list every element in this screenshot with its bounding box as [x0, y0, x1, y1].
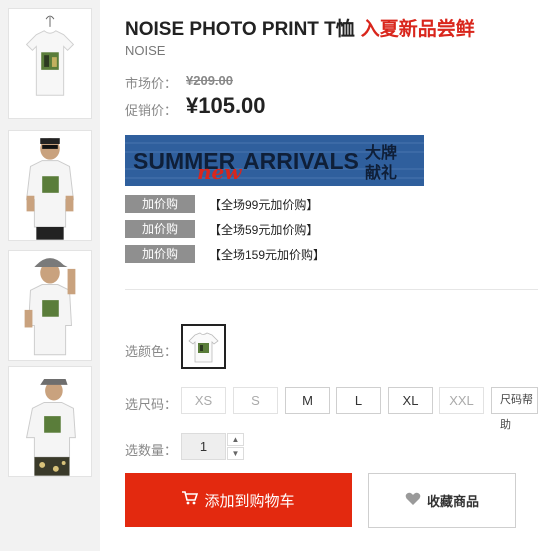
quantity-decrease-button[interactable]: ▼	[227, 447, 244, 460]
addon-row[interactable]: 加价购 【全场59元加价购】	[125, 220, 318, 238]
banner-text-new: new	[197, 160, 242, 184]
quantity-input[interactable]: 1	[181, 433, 226, 460]
size-option-l[interactable]: L	[336, 387, 381, 414]
sale-price-value: ¥105.00	[186, 93, 266, 118]
favorite-label: 收藏商品	[426, 494, 479, 509]
size-option-xxl[interactable]: XXL	[439, 387, 484, 414]
quantity-increase-button[interactable]: ▲	[227, 433, 244, 446]
color-label: 选颜色：	[125, 344, 178, 359]
thumbnail-model-front[interactable]	[8, 130, 92, 241]
addon-tag: 加价购	[125, 245, 195, 263]
market-price-value: ¥209.00	[186, 73, 233, 88]
product-title: NOISE PHOTO PRINT T恤 入夏新品尝鲜	[125, 14, 475, 41]
promo-text: 入夏新品尝鲜	[360, 19, 475, 40]
thumbnail-model-cap[interactable]	[8, 250, 92, 361]
favorite-button[interactable]: 收藏商品	[368, 473, 516, 528]
addon-text: 【全场99元加价购】	[209, 197, 319, 212]
banner-graphic: SUMMER new ARRIVALS 大牌 献礼	[125, 135, 424, 186]
add-to-cart-button[interactable]: 添加到购物车	[125, 473, 352, 527]
thumbnail-model-hat[interactable]	[8, 366, 92, 477]
size-label: 选尺码：	[125, 397, 178, 412]
cart-icon	[182, 491, 199, 509]
tshirt-swatch-icon	[188, 332, 219, 363]
size-option-xs[interactable]: XS	[181, 387, 226, 414]
market-price-label: 市场价：	[125, 76, 178, 91]
addon-tag: 加价购	[125, 195, 195, 213]
summer-arrivals-banner[interactable]: SUMMER new ARRIVALS 大牌 献礼	[125, 135, 424, 186]
banner-text-cn-bottom: 献礼	[365, 163, 397, 182]
addon-row[interactable]: 加价购 【全场159元加价购】	[125, 245, 325, 263]
chevron-down-icon: ▼	[231, 449, 240, 458]
product-brand: NOISE	[125, 43, 166, 58]
size-help-link[interactable]: 尺码帮助	[491, 387, 538, 431]
size-option-m[interactable]: M	[285, 387, 330, 414]
divider	[125, 289, 538, 290]
addon-text: 【全场59元加价购】	[209, 222, 319, 237]
addon-row[interactable]: 加价购 【全场99元加价购】	[125, 195, 318, 213]
color-swatch-white[interactable]	[181, 324, 226, 369]
thumbnail-column	[0, 0, 100, 551]
thumbnail-tshirt-flat[interactable]	[8, 8, 92, 119]
addon-tag: 加价购	[125, 220, 195, 238]
size-option-xl[interactable]: XL	[388, 387, 433, 414]
quantity-label: 选数量：	[125, 443, 178, 458]
product-name: NOISE PHOTO PRINT T恤	[125, 19, 355, 40]
sale-price-label: 促销价：	[125, 103, 178, 118]
banner-text-cn-top: 大牌	[365, 143, 397, 162]
addon-text: 【全场159元加价购】	[209, 247, 326, 262]
banner-text-arrivals: ARRIVALS	[243, 148, 359, 174]
add-to-cart-label: 添加到购物车	[204, 492, 295, 510]
heart-icon	[405, 492, 421, 509]
size-option-s[interactable]: S	[233, 387, 278, 414]
chevron-up-icon: ▲	[231, 435, 240, 444]
